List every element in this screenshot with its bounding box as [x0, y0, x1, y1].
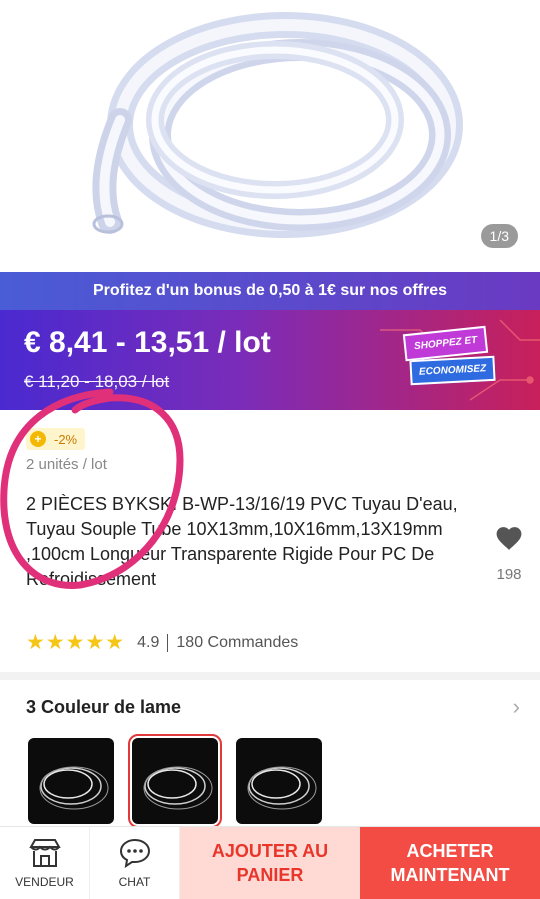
tube-thumbnail-image — [39, 766, 109, 810]
variant-label: 3 Couleur de lame — [26, 696, 182, 717]
variant-thumb-1[interactable] — [28, 738, 114, 824]
coin-icon: + — [30, 431, 46, 447]
vendor-button[interactable]: VENDEUR — [0, 827, 90, 899]
buy-now-button[interactable]: ACHETER MAINTENANT — [360, 827, 540, 899]
chat-button[interactable]: CHAT — [90, 827, 180, 899]
chevron-right-icon: › — [512, 694, 520, 719]
product-image[interactable]: 1/3 — [0, 0, 540, 270]
star-rating-icon: ★★★★★ — [26, 631, 126, 654]
rating-row[interactable]: ★★★★★ 4.9 180 Commandes — [26, 630, 298, 655]
rating-value: 4.9 — [137, 633, 160, 651]
bottom-action-bar: VENDEUR CHAT AJOUTER AU PANIER ACHETER M… — [0, 826, 540, 899]
current-price: € 8,41 - 13,51 / lot — [24, 326, 271, 359]
image-counter: 1/3 — [480, 224, 518, 248]
variant-thumb-2[interactable] — [128, 734, 222, 828]
variant-selector-header[interactable]: 3 Couleur de lame › — [26, 694, 520, 720]
rating-separator — [167, 633, 169, 652]
wishlist-count: 198 — [496, 566, 522, 583]
tube-thumbnail-image — [143, 766, 213, 810]
original-price: € 11,20 - 18,03 / lot — [24, 372, 170, 391]
tube-thumbnail-image — [247, 766, 317, 810]
orders-count: 180 Commandes — [176, 633, 299, 651]
discount-text: -2% — [54, 431, 78, 447]
product-title: 2 PIÈCES BYKSKI B-WP-13/16/19 PVC Tuyau … — [26, 494, 458, 589]
chat-bubble-icon — [119, 838, 150, 869]
heart-icon — [496, 527, 522, 550]
units-per-lot: 2 unités / lot — [26, 456, 107, 473]
promo-banner[interactable]: Profitez d'un bonus de 0,50 à 1€ sur nos… — [0, 272, 540, 310]
store-icon — [28, 839, 61, 867]
variant-thumbnails — [28, 734, 322, 828]
badge-bottom-text: ECONOMISEZ — [409, 355, 496, 386]
add-to-cart-button[interactable]: AJOUTER AU PANIER — [180, 827, 360, 899]
chat-label: CHAT — [118, 875, 151, 889]
variant-thumb-3[interactable] — [236, 738, 322, 824]
section-divider — [0, 672, 540, 680]
vendor-label: VENDEUR — [15, 875, 74, 889]
wishlist-button[interactable]: 198 — [492, 525, 526, 583]
discount-badge: + -2% — [26, 428, 86, 450]
tube-coil-illustration — [92, 12, 463, 238]
shop-save-badge: SHOPPEZ ET ECONOMISEZ — [402, 325, 496, 386]
